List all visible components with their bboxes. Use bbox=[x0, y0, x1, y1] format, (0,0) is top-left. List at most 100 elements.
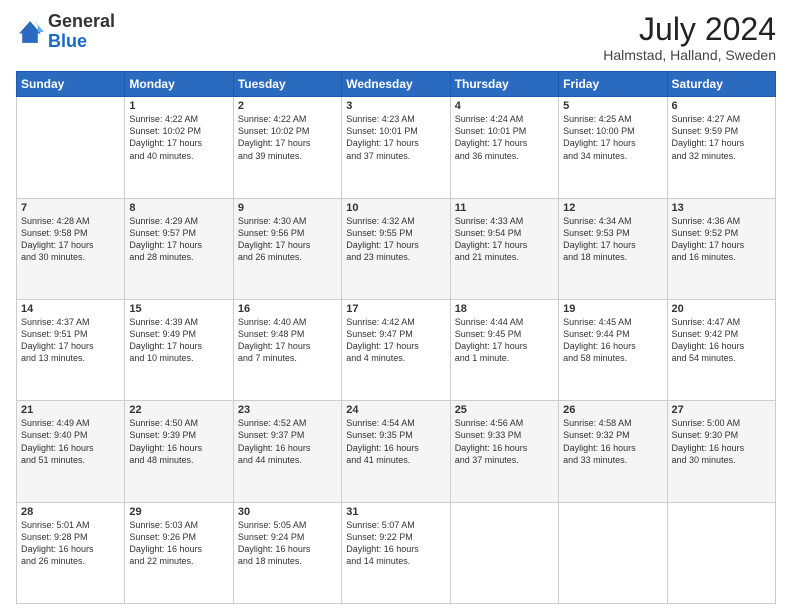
table-row: 29Sunrise: 5:03 AM Sunset: 9:26 PM Dayli… bbox=[125, 502, 233, 603]
table-row: 4Sunrise: 4:24 AM Sunset: 10:01 PM Dayli… bbox=[450, 97, 558, 198]
logo-text: General Blue bbox=[48, 12, 115, 52]
table-row: 3Sunrise: 4:23 AM Sunset: 10:01 PM Dayli… bbox=[342, 97, 450, 198]
table-row: 20Sunrise: 4:47 AM Sunset: 9:42 PM Dayli… bbox=[667, 299, 775, 400]
table-row: 23Sunrise: 4:52 AM Sunset: 9:37 PM Dayli… bbox=[233, 401, 341, 502]
day-content: Sunrise: 4:50 AM Sunset: 9:39 PM Dayligh… bbox=[129, 417, 228, 466]
day-number: 21 bbox=[21, 404, 120, 416]
day-number: 20 bbox=[672, 303, 771, 315]
day-content: Sunrise: 4:52 AM Sunset: 9:37 PM Dayligh… bbox=[238, 417, 337, 466]
calendar-table: Sunday Monday Tuesday Wednesday Thursday… bbox=[16, 71, 776, 604]
day-number: 6 bbox=[672, 100, 771, 112]
day-content: Sunrise: 5:05 AM Sunset: 9:24 PM Dayligh… bbox=[238, 519, 337, 568]
day-number: 30 bbox=[238, 506, 337, 518]
table-row: 7Sunrise: 4:28 AM Sunset: 9:58 PM Daylig… bbox=[17, 198, 125, 299]
table-row: 21Sunrise: 4:49 AM Sunset: 9:40 PM Dayli… bbox=[17, 401, 125, 502]
day-content: Sunrise: 4:47 AM Sunset: 9:42 PM Dayligh… bbox=[672, 316, 771, 365]
day-content: Sunrise: 5:03 AM Sunset: 9:26 PM Dayligh… bbox=[129, 519, 228, 568]
table-row: 19Sunrise: 4:45 AM Sunset: 9:44 PM Dayli… bbox=[559, 299, 667, 400]
logo: General Blue bbox=[16, 12, 115, 52]
week-row-3: 14Sunrise: 4:37 AM Sunset: 9:51 PM Dayli… bbox=[17, 299, 776, 400]
col-thursday: Thursday bbox=[450, 72, 558, 97]
col-saturday: Saturday bbox=[667, 72, 775, 97]
table-row: 14Sunrise: 4:37 AM Sunset: 9:51 PM Dayli… bbox=[17, 299, 125, 400]
day-content: Sunrise: 4:45 AM Sunset: 9:44 PM Dayligh… bbox=[563, 316, 662, 365]
location: Halmstad, Halland, Sweden bbox=[603, 47, 776, 63]
day-number: 28 bbox=[21, 506, 120, 518]
day-number: 27 bbox=[672, 404, 771, 416]
header: General Blue July 2024 Halmstad, Halland… bbox=[16, 12, 776, 63]
day-content: Sunrise: 4:42 AM Sunset: 9:47 PM Dayligh… bbox=[346, 316, 445, 365]
day-number: 12 bbox=[563, 202, 662, 214]
day-number: 8 bbox=[129, 202, 228, 214]
table-row: 11Sunrise: 4:33 AM Sunset: 9:54 PM Dayli… bbox=[450, 198, 558, 299]
day-number: 25 bbox=[455, 404, 554, 416]
day-number: 18 bbox=[455, 303, 554, 315]
table-row bbox=[559, 502, 667, 603]
day-number: 10 bbox=[346, 202, 445, 214]
table-row: 12Sunrise: 4:34 AM Sunset: 9:53 PM Dayli… bbox=[559, 198, 667, 299]
day-number: 9 bbox=[238, 202, 337, 214]
day-number: 22 bbox=[129, 404, 228, 416]
col-tuesday: Tuesday bbox=[233, 72, 341, 97]
table-row: 30Sunrise: 5:05 AM Sunset: 9:24 PM Dayli… bbox=[233, 502, 341, 603]
day-content: Sunrise: 4:34 AM Sunset: 9:53 PM Dayligh… bbox=[563, 215, 662, 264]
day-content: Sunrise: 4:40 AM Sunset: 9:48 PM Dayligh… bbox=[238, 316, 337, 365]
table-row: 2Sunrise: 4:22 AM Sunset: 10:02 PM Dayli… bbox=[233, 97, 341, 198]
table-row: 15Sunrise: 4:39 AM Sunset: 9:49 PM Dayli… bbox=[125, 299, 233, 400]
day-content: Sunrise: 4:32 AM Sunset: 9:55 PM Dayligh… bbox=[346, 215, 445, 264]
day-number: 3 bbox=[346, 100, 445, 112]
day-content: Sunrise: 5:07 AM Sunset: 9:22 PM Dayligh… bbox=[346, 519, 445, 568]
week-row-5: 28Sunrise: 5:01 AM Sunset: 9:28 PM Dayli… bbox=[17, 502, 776, 603]
col-sunday: Sunday bbox=[17, 72, 125, 97]
day-content: Sunrise: 4:37 AM Sunset: 9:51 PM Dayligh… bbox=[21, 316, 120, 365]
day-content: Sunrise: 4:58 AM Sunset: 9:32 PM Dayligh… bbox=[563, 417, 662, 466]
table-row: 8Sunrise: 4:29 AM Sunset: 9:57 PM Daylig… bbox=[125, 198, 233, 299]
table-row: 16Sunrise: 4:40 AM Sunset: 9:48 PM Dayli… bbox=[233, 299, 341, 400]
title-block: July 2024 Halmstad, Halland, Sweden bbox=[603, 12, 776, 63]
day-content: Sunrise: 4:27 AM Sunset: 9:59 PM Dayligh… bbox=[672, 113, 771, 162]
day-number: 23 bbox=[238, 404, 337, 416]
day-content: Sunrise: 4:30 AM Sunset: 9:56 PM Dayligh… bbox=[238, 215, 337, 264]
week-row-2: 7Sunrise: 4:28 AM Sunset: 9:58 PM Daylig… bbox=[17, 198, 776, 299]
table-row: 25Sunrise: 4:56 AM Sunset: 9:33 PM Dayli… bbox=[450, 401, 558, 502]
day-number: 31 bbox=[346, 506, 445, 518]
day-content: Sunrise: 4:36 AM Sunset: 9:52 PM Dayligh… bbox=[672, 215, 771, 264]
day-number: 11 bbox=[455, 202, 554, 214]
table-row: 27Sunrise: 5:00 AM Sunset: 9:30 PM Dayli… bbox=[667, 401, 775, 502]
table-row: 18Sunrise: 4:44 AM Sunset: 9:45 PM Dayli… bbox=[450, 299, 558, 400]
table-row bbox=[667, 502, 775, 603]
table-row: 22Sunrise: 4:50 AM Sunset: 9:39 PM Dayli… bbox=[125, 401, 233, 502]
table-row bbox=[17, 97, 125, 198]
day-content: Sunrise: 4:56 AM Sunset: 9:33 PM Dayligh… bbox=[455, 417, 554, 466]
logo-icon bbox=[16, 18, 44, 46]
day-number: 7 bbox=[21, 202, 120, 214]
day-content: Sunrise: 4:28 AM Sunset: 9:58 PM Dayligh… bbox=[21, 215, 120, 264]
table-row: 24Sunrise: 4:54 AM Sunset: 9:35 PM Dayli… bbox=[342, 401, 450, 502]
week-row-4: 21Sunrise: 4:49 AM Sunset: 9:40 PM Dayli… bbox=[17, 401, 776, 502]
day-content: Sunrise: 4:25 AM Sunset: 10:00 PM Daylig… bbox=[563, 113, 662, 162]
table-row: 26Sunrise: 4:58 AM Sunset: 9:32 PM Dayli… bbox=[559, 401, 667, 502]
day-content: Sunrise: 4:23 AM Sunset: 10:01 PM Daylig… bbox=[346, 113, 445, 162]
table-row: 1Sunrise: 4:22 AM Sunset: 10:02 PM Dayli… bbox=[125, 97, 233, 198]
day-content: Sunrise: 4:44 AM Sunset: 9:45 PM Dayligh… bbox=[455, 316, 554, 365]
logo-blue: Blue bbox=[48, 31, 87, 51]
day-number: 26 bbox=[563, 404, 662, 416]
col-monday: Monday bbox=[125, 72, 233, 97]
day-number: 14 bbox=[21, 303, 120, 315]
day-number: 1 bbox=[129, 100, 228, 112]
day-number: 29 bbox=[129, 506, 228, 518]
day-content: Sunrise: 4:29 AM Sunset: 9:57 PM Dayligh… bbox=[129, 215, 228, 264]
day-number: 16 bbox=[238, 303, 337, 315]
table-row: 13Sunrise: 4:36 AM Sunset: 9:52 PM Dayli… bbox=[667, 198, 775, 299]
table-row: 17Sunrise: 4:42 AM Sunset: 9:47 PM Dayli… bbox=[342, 299, 450, 400]
day-number: 19 bbox=[563, 303, 662, 315]
month-year: July 2024 bbox=[603, 12, 776, 47]
day-number: 15 bbox=[129, 303, 228, 315]
logo-general: General bbox=[48, 11, 115, 31]
day-number: 5 bbox=[563, 100, 662, 112]
day-content: Sunrise: 5:01 AM Sunset: 9:28 PM Dayligh… bbox=[21, 519, 120, 568]
col-wednesday: Wednesday bbox=[342, 72, 450, 97]
day-number: 13 bbox=[672, 202, 771, 214]
table-row: 9Sunrise: 4:30 AM Sunset: 9:56 PM Daylig… bbox=[233, 198, 341, 299]
day-number: 2 bbox=[238, 100, 337, 112]
